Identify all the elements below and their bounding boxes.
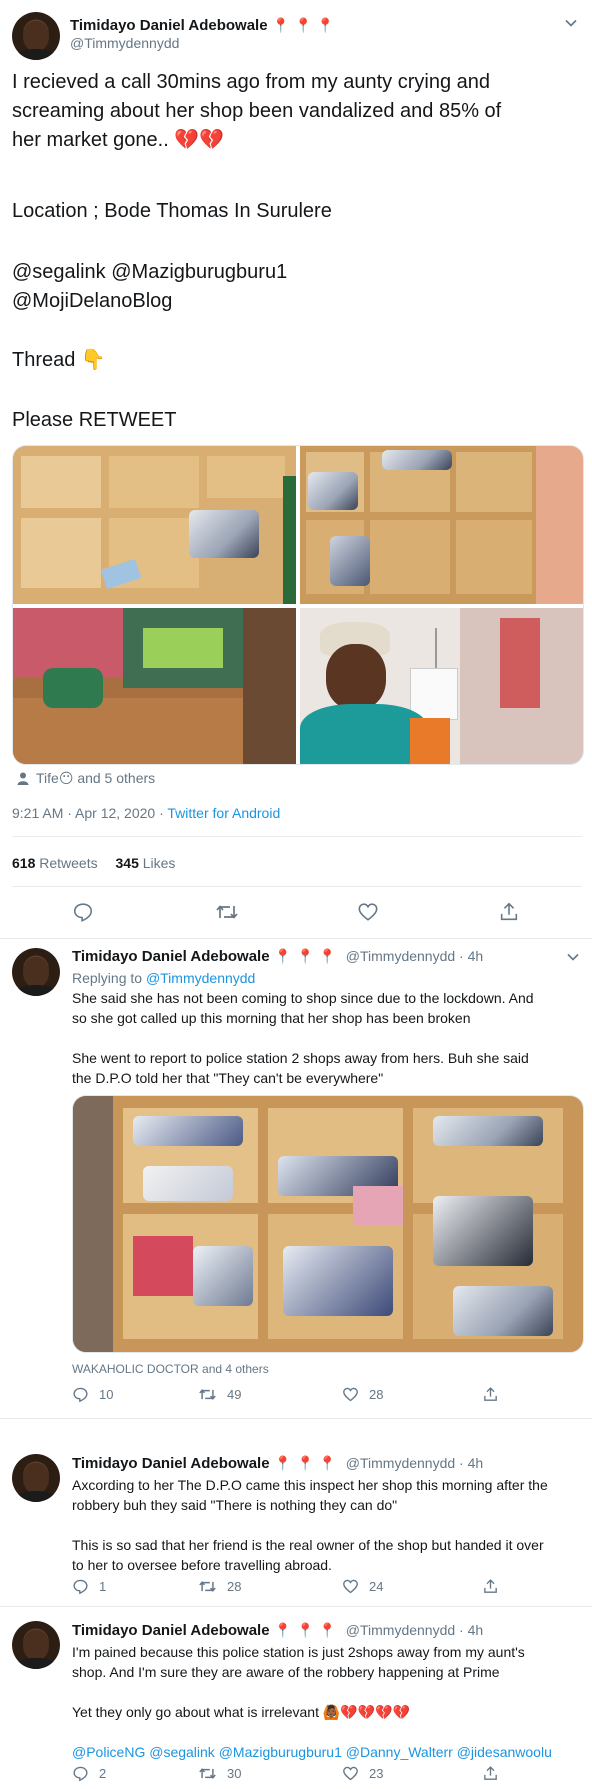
shop-photo-2[interactable] bbox=[300, 446, 583, 604]
heart-outline-icon[interactable] bbox=[357, 901, 379, 923]
retweet-count: 28 bbox=[227, 1579, 242, 1594]
liked-by-name[interactable]: Tife😶 bbox=[36, 770, 73, 786]
liked-by-others[interactable]: and 5 others bbox=[77, 770, 155, 786]
retweet-arrows-icon[interactable] bbox=[215, 901, 239, 923]
share-upload-icon bbox=[484, 1579, 497, 1593]
author-avatar[interactable] bbox=[12, 1621, 60, 1669]
share-upload-icon bbox=[484, 1387, 497, 1401]
reply-mention-links[interactable]: @PoliceNG @segalink @Mazigburugburu1 @Da… bbox=[72, 1742, 587, 1762]
shop-photo-1[interactable] bbox=[13, 446, 296, 604]
thread-text: Thread 👇 bbox=[12, 349, 106, 371]
retweet-button[interactable]: 28 bbox=[198, 1578, 241, 1595]
author-emoji: 📍📍📍 bbox=[274, 1622, 342, 1638]
tweet-timestamp[interactable]: 9:21 AM · Apr 12, 2020 · bbox=[12, 805, 164, 821]
reply-text-line: so she got called up this morning that h… bbox=[72, 1010, 471, 1026]
retweets-count[interactable]: 618 bbox=[12, 855, 35, 871]
retweet-arrows-icon bbox=[199, 1581, 216, 1592]
tweet-text-line: her market gone.. 💔💔 bbox=[12, 129, 225, 151]
like-button[interactable]: 28 bbox=[342, 1386, 383, 1403]
tweet-source[interactable]: Twitter for Android bbox=[167, 805, 280, 821]
like-count: 24 bbox=[369, 1579, 384, 1594]
author-name[interactable]: Timidayo Daniel Adebowale bbox=[72, 1622, 270, 1639]
tweet-text-line: I recieved a call 30mins ago from my aun… bbox=[12, 71, 490, 93]
chevron-down-icon[interactable] bbox=[566, 950, 580, 964]
share-button[interactable] bbox=[482, 1578, 499, 1595]
reply-count: 1 bbox=[99, 1579, 107, 1594]
author-emoji: 📍📍📍 bbox=[274, 1455, 342, 1471]
reply-shop-photo[interactable] bbox=[72, 1095, 584, 1353]
author-name[interactable]: Timidayo Daniel Adebowale bbox=[72, 1455, 270, 1472]
heart-outline-icon bbox=[343, 1766, 358, 1781]
mention-link[interactable]: @MojiDelanoBlog bbox=[12, 287, 172, 316]
please-retweet-text: Please RETWEET bbox=[12, 409, 177, 431]
author-handle[interactable]: @Timmydennydd · 4h bbox=[346, 1622, 483, 1638]
shop-photo-3[interactable] bbox=[13, 608, 296, 764]
author-avatar[interactable] bbox=[12, 12, 60, 60]
replying-to-handle[interactable]: @Timmydennydd bbox=[146, 970, 255, 986]
retweet-count: 49 bbox=[227, 1387, 242, 1402]
reply-button[interactable]: 2 bbox=[72, 1765, 106, 1782]
reply-text-line: She went to report to police station 2 s… bbox=[72, 1050, 529, 1066]
replying-to-label: Replying to bbox=[72, 970, 143, 986]
comment-bubble-icon bbox=[73, 1766, 88, 1782]
reply-text-line: Yet they only go about what is irrelevan… bbox=[72, 1704, 411, 1720]
author-emoji: 📍📍📍 bbox=[274, 948, 342, 964]
reply-text-line: This is so sad that her friend is the re… bbox=[72, 1537, 544, 1553]
retweet-button[interactable]: 30 bbox=[198, 1765, 241, 1782]
share-upload-icon bbox=[484, 1766, 497, 1780]
author-avatar[interactable] bbox=[12, 1454, 60, 1502]
likes-count[interactable]: 345 bbox=[116, 855, 139, 871]
reply-text-line: I'm pained because this police station i… bbox=[72, 1644, 525, 1660]
reply-text-line: She said she has not been coming to shop… bbox=[72, 990, 534, 1006]
like-count: 23 bbox=[369, 1766, 384, 1781]
reply-text-line: the D.P.O told her that "They can't be e… bbox=[72, 1070, 384, 1086]
retweet-count: 30 bbox=[227, 1766, 242, 1781]
author-handle[interactable]: @Timmydennydd · 4h bbox=[346, 948, 483, 964]
comment-bubble-icon bbox=[73, 1579, 88, 1595]
mention-links[interactable]: @segalink @Mazigburugburu1 bbox=[12, 258, 287, 287]
share-button[interactable] bbox=[482, 1765, 499, 1782]
retweet-arrows-icon bbox=[199, 1768, 216, 1779]
like-button[interactable]: 24 bbox=[342, 1578, 383, 1595]
shop-photo-4[interactable] bbox=[300, 608, 583, 764]
chevron-down-icon[interactable] bbox=[564, 16, 578, 30]
author-handle[interactable]: @Timmydennydd · 4h bbox=[346, 1455, 483, 1471]
heart-outline-icon bbox=[343, 1579, 358, 1594]
person-silhouette-icon bbox=[17, 772, 29, 785]
liked-by-text[interactable]: WAKAHOLIC DOCTOR and 4 others bbox=[72, 1362, 269, 1376]
reply-text-line: Axcording to her The D.P.O came this ins… bbox=[72, 1477, 548, 1493]
reply-text-line: to her to oversee before travelling abro… bbox=[72, 1557, 332, 1573]
retweet-arrows-icon bbox=[199, 1389, 216, 1400]
author-handle[interactable]: @Timmydennydd bbox=[70, 35, 179, 51]
share-button[interactable] bbox=[482, 1386, 499, 1403]
author-avatar[interactable] bbox=[12, 948, 60, 996]
tweet-text-line: screaming about her shop been vandalized… bbox=[12, 100, 502, 122]
reply-count: 2 bbox=[99, 1766, 107, 1781]
reply-text-line: shop. And I'm sure they are aware of the… bbox=[72, 1664, 500, 1680]
photo-grid bbox=[12, 445, 584, 765]
comment-bubble-icon[interactable] bbox=[72, 901, 94, 923]
reply-button[interactable]: 10 bbox=[72, 1386, 113, 1403]
author-name[interactable]: Timidayo Daniel Adebowale bbox=[72, 948, 270, 965]
author-emoji: 📍📍📍 bbox=[272, 17, 340, 33]
reply-text-line: robbery buh they said "There is nothing … bbox=[72, 1497, 398, 1513]
heart-outline-icon bbox=[343, 1387, 358, 1402]
like-count: 28 bbox=[369, 1387, 384, 1402]
retweets-label[interactable]: Retweets bbox=[39, 855, 97, 871]
retweet-button[interactable]: 49 bbox=[198, 1386, 241, 1403]
reply-count: 10 bbox=[99, 1387, 114, 1402]
tweet-location: Location ; Bode Thomas In Surulere bbox=[12, 200, 332, 222]
like-button[interactable]: 23 bbox=[342, 1765, 383, 1782]
reply-button[interactable]: 1 bbox=[72, 1578, 106, 1595]
share-upload-icon[interactable] bbox=[498, 901, 520, 923]
likes-label[interactable]: Likes bbox=[143, 855, 176, 871]
comment-bubble-icon bbox=[73, 1387, 88, 1403]
author-name[interactable]: Timidayo Daniel Adebowale bbox=[70, 17, 268, 34]
